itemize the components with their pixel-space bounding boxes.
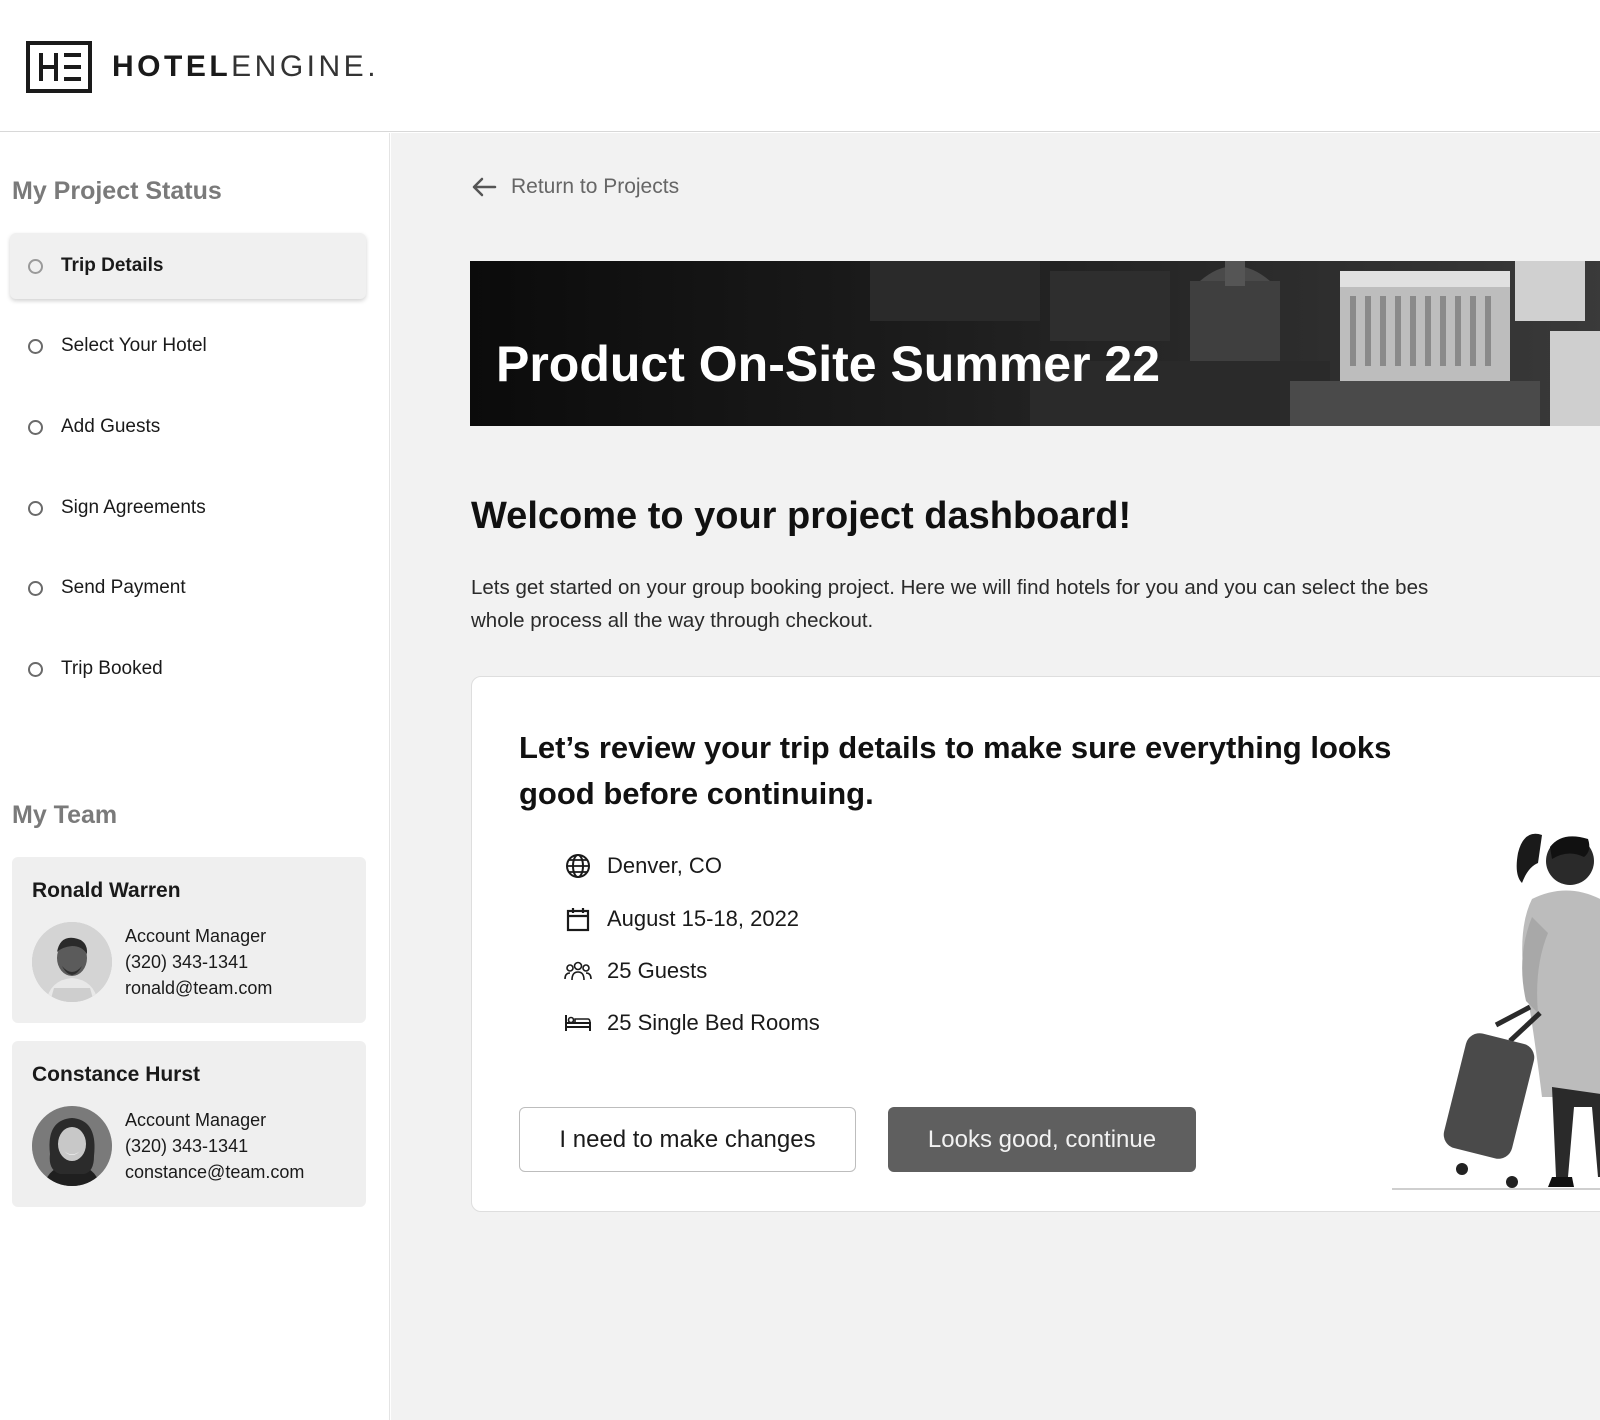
team-member-name: Constance Hurst	[32, 1063, 201, 1086]
step-status-circle-icon	[28, 500, 43, 516]
step-status-circle-icon	[28, 338, 43, 354]
hotel-engine-logo-icon[interactable]	[26, 41, 92, 93]
traveler-with-suitcase-illustration	[1392, 833, 1600, 1190]
globe-icon	[564, 852, 592, 880]
step-add-guests[interactable]: Add Guests	[10, 394, 366, 460]
arrow-left-icon	[472, 177, 497, 197]
step-label: Trip Booked	[61, 658, 163, 679]
team-member-info: Account Manager (320) 343-1341 ronald@te…	[125, 923, 272, 1001]
trip-review-card: Let’s review your trip details to make s…	[471, 676, 1600, 1212]
step-label: Trip Details	[61, 255, 164, 276]
step-sign-agreements[interactable]: Sign Agreements	[10, 475, 366, 541]
team-member-name: Ronald Warren	[32, 879, 181, 902]
main-content: Return to Projects Product On-Site Summe…	[391, 133, 1600, 1420]
step-status-circle-icon	[28, 258, 43, 274]
top-header: HOTELENGINE.	[0, 0, 1600, 132]
team-member-card: Constance Hurst Account Manager (320) 34…	[12, 1041, 366, 1207]
trip-detail-rooms: 25 Single Bed Rooms	[564, 1009, 820, 1037]
project-status-title: My Project Status	[12, 177, 222, 205]
trip-detail-dates: August 15-18, 2022	[564, 905, 799, 933]
intro-line: Lets get started on your group booking p…	[471, 576, 1429, 599]
intro-text: Lets get started on your group booking p…	[471, 571, 1600, 637]
team-member-email[interactable]: constance@team.com	[125, 1159, 304, 1185]
sidebar: My Project Status Trip Details Select Yo…	[0, 133, 390, 1420]
team-member-phone[interactable]: (320) 343-1341	[125, 949, 272, 975]
return-to-projects-link[interactable]: Return to Projects	[471, 175, 679, 199]
step-status-circle-icon	[28, 580, 43, 596]
avatar	[32, 922, 112, 1002]
team-member-info: Account Manager (320) 343-1341 constance…	[125, 1107, 304, 1185]
team-member-phone[interactable]: (320) 343-1341	[125, 1133, 304, 1159]
welcome-heading: Welcome to your project dashboard!	[471, 495, 1132, 537]
bed-icon	[564, 1009, 592, 1037]
project-title: Product On-Site Summer 22	[496, 336, 1161, 392]
team-member-role: Account Manager	[125, 1110, 267, 1130]
my-team-title: My Team	[12, 801, 118, 829]
brand-wordmark[interactable]: HOTELENGINE.	[112, 50, 379, 84]
intro-line: whole process all the way through checko…	[471, 609, 874, 632]
trip-detail-text: August 15-18, 2022	[607, 906, 800, 931]
step-label: Add Guests	[61, 416, 161, 437]
trip-detail-text: Denver, CO	[607, 853, 722, 878]
make-changes-button[interactable]: I need to make changes	[519, 1107, 856, 1172]
step-trip-booked[interactable]: Trip Booked	[10, 636, 366, 702]
step-label: Send Payment	[61, 577, 186, 598]
trip-detail-guests: 25 Guests	[564, 957, 707, 985]
team-member-email[interactable]: ronald@team.com	[125, 975, 272, 1001]
step-status-circle-icon	[28, 661, 43, 677]
step-send-payment[interactable]: Send Payment	[10, 555, 366, 621]
avatar	[32, 1106, 112, 1186]
looks-good-continue-button[interactable]: Looks good, continue	[888, 1107, 1196, 1172]
step-status-circle-icon	[28, 419, 43, 435]
step-label: Sign Agreements	[61, 497, 206, 518]
trip-detail-location: Denver, CO	[564, 852, 722, 880]
calendar-icon	[564, 905, 592, 933]
guests-icon	[564, 957, 592, 985]
trip-detail-text: 25 Guests	[607, 958, 708, 983]
team-member-card: Ronald Warren Account Manager (320) 343-…	[12, 857, 366, 1023]
trip-detail-text: 25 Single Bed Rooms	[607, 1010, 820, 1035]
return-to-projects-label: Return to Projects	[511, 175, 680, 198]
team-member-role: Account Manager	[125, 926, 267, 946]
step-select-your-hotel[interactable]: Select Your Hotel	[10, 313, 366, 379]
step-trip-details[interactable]: Trip Details	[10, 233, 366, 299]
step-label: Select Your Hotel	[61, 335, 207, 356]
trip-review-heading: Let’s review your trip details to make s…	[519, 730, 1392, 811]
project-banner: Product On-Site Summer 22	[470, 261, 1600, 426]
